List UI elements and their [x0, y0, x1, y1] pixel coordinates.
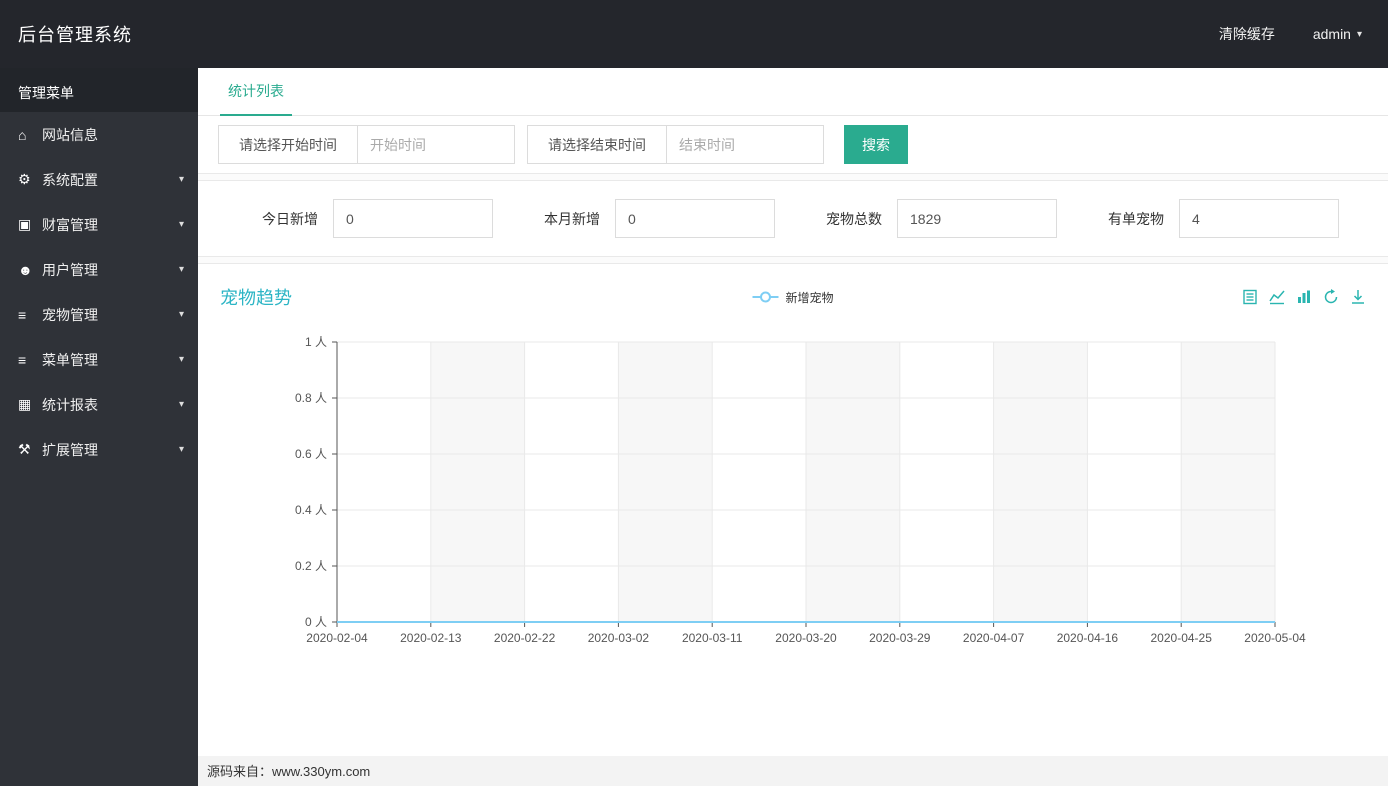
- chevron-down-icon: ▾: [178, 399, 184, 410]
- ordered-pets-input[interactable]: [1179, 199, 1339, 238]
- sidebar-item-label: 系统配置: [42, 171, 98, 188]
- sidebar-item-label: 菜单管理: [42, 351, 98, 368]
- sidebar: 管理菜单 ⌂ 网站信息 ⚙ 系统配置 ▾ ▣ 财富管理 ▾ ☻ 用户管理 ▾ ≡…: [0, 68, 198, 786]
- dataview-icon[interactable]: [1242, 289, 1258, 305]
- footer: 源码来自：www.330ym.com: [198, 756, 1388, 786]
- sidebar-item-users[interactable]: ☻ 用户管理 ▾: [0, 247, 198, 292]
- stat-today-new: 今日新增: [262, 199, 493, 238]
- main-content: 统计列表 请选择开始时间 请选择结束时间 搜索 今日新增 本月新增 宠物总数 有…: [198, 68, 1388, 786]
- svg-text:2020-02-22: 2020-02-22: [494, 631, 556, 645]
- svg-text:1 人: 1 人: [305, 335, 327, 349]
- sidebar-item-label: 扩展管理: [42, 441, 98, 458]
- app-title: 后台管理系统: [18, 25, 132, 45]
- refresh-icon[interactable]: [1323, 289, 1339, 305]
- clear-cache-button[interactable]: 清除缓存: [1219, 24, 1275, 44]
- svg-text:2020-03-02: 2020-03-02: [588, 631, 650, 645]
- svg-text:2020-02-13: 2020-02-13: [400, 631, 462, 645]
- footer-text: 源码来自：www.330ym.com: [207, 764, 371, 779]
- gears-icon: ⚙: [18, 171, 31, 187]
- sidebar-item-pets[interactable]: ≡ 宠物管理 ▾: [0, 292, 198, 337]
- sidebar-item-reports[interactable]: ▦ 统计报表 ▾: [0, 382, 198, 427]
- select-end-time-button[interactable]: 请选择结束时间: [527, 125, 667, 164]
- svg-text:0.2 人: 0.2 人: [295, 559, 327, 573]
- svg-text:0.4 人: 0.4 人: [295, 503, 327, 517]
- svg-text:2020-04-07: 2020-04-07: [963, 631, 1025, 645]
- stat-label: 今日新增: [262, 210, 318, 227]
- line-marker-icon: [752, 296, 779, 298]
- sidebar-item-label: 用户管理: [42, 261, 98, 278]
- stat-ordered-pets: 有单宠物: [1108, 199, 1339, 238]
- sidebar-header: 管理菜单: [0, 68, 198, 112]
- sidebar-item-system-config[interactable]: ⚙ 系统配置 ▾: [0, 157, 198, 202]
- legend-item-new-pets[interactable]: 新增宠物: [752, 289, 834, 306]
- chart-toolbox: [1242, 289, 1366, 305]
- sidebar-item-website-info[interactable]: ⌂ 网站信息: [0, 112, 198, 157]
- home-icon: ⌂: [18, 126, 27, 143]
- sidebar-item-label: 宠物管理: [42, 306, 98, 323]
- chevron-down-icon: ▾: [178, 174, 184, 185]
- chevron-down-icon: ▾: [1356, 28, 1362, 40]
- download-icon[interactable]: [1350, 289, 1366, 305]
- user-name: admin: [1312, 26, 1351, 42]
- topbar: 后台管理系统 清除缓存 admin ▾: [0, 0, 1388, 68]
- sidebar-item-label: 网站信息: [42, 126, 98, 143]
- chart-area: 0 人 0.2 人 0.4 人 0.6 人 0.8 人 1 人 2020-02-04 2020…: [198, 320, 1388, 665]
- sidebar-item-menus[interactable]: ≡ 菜单管理 ▾: [0, 337, 198, 382]
- legend-label: 新增宠物: [785, 290, 834, 305]
- svg-text:0 人: 0 人: [305, 615, 327, 629]
- sidebar-item-wealth[interactable]: ▣ 财富管理 ▾: [0, 202, 198, 247]
- search-button[interactable]: 搜索: [844, 125, 908, 164]
- list-icon: ≡: [18, 351, 27, 368]
- sidebar-item-label: 财富管理: [42, 216, 98, 233]
- select-start-time-button[interactable]: 请选择开始时间: [218, 125, 358, 164]
- chevron-down-icon: ▾: [178, 264, 184, 275]
- tab-bar: 统计列表: [198, 68, 1388, 116]
- svg-text:2020-03-29: 2020-03-29: [869, 631, 931, 645]
- chevron-down-icon: ▾: [178, 354, 184, 365]
- section-divider: [198, 256, 1388, 264]
- month-new-input[interactable]: [615, 199, 775, 238]
- chart-header: 宠物趋势 新增宠物: [198, 264, 1388, 320]
- svg-text:2020-05-04: 2020-05-04: [1244, 631, 1306, 645]
- sidebar-item-extensions[interactable]: ⚒ 扩展管理 ▾: [0, 427, 198, 472]
- tab-statistics-list[interactable]: 统计列表: [220, 81, 292, 116]
- users-icon: ☻: [18, 261, 33, 278]
- bar-chart-icon[interactable]: [1296, 289, 1312, 305]
- total-pets-input[interactable]: [897, 199, 1057, 238]
- chevron-down-icon: ▾: [178, 219, 184, 230]
- svg-text:2020-03-11: 2020-03-11: [682, 631, 743, 645]
- wealth-icon: ▣: [18, 216, 32, 232]
- section-divider: [198, 173, 1388, 181]
- chevron-down-icon: ▾: [178, 309, 184, 320]
- chart-title: 宠物趋势: [220, 288, 292, 308]
- stat-month-new: 本月新增: [544, 199, 775, 238]
- end-time-input[interactable]: [667, 125, 824, 164]
- topbar-right: 清除缓存 admin ▾: [1219, 24, 1362, 44]
- svg-text:2020-03-20: 2020-03-20: [775, 631, 837, 645]
- stat-label: 本月新增: [544, 210, 600, 227]
- line-chart-icon[interactable]: [1269, 289, 1285, 305]
- start-time-group: 请选择开始时间: [218, 125, 515, 164]
- wrench-icon: ⚒: [18, 441, 31, 457]
- svg-text:0.6 人: 0.6 人: [295, 447, 327, 461]
- svg-text:2020-02-04: 2020-02-04: [306, 631, 368, 645]
- sidebar-item-label: 统计报表: [42, 396, 98, 413]
- stats-row: 今日新增 本月新增 宠物总数 有单宠物: [198, 181, 1388, 256]
- svg-text:2020-04-25: 2020-04-25: [1151, 631, 1213, 645]
- report-icon: ▦: [18, 396, 32, 412]
- svg-text:2020-04-16: 2020-04-16: [1057, 631, 1119, 645]
- filter-row: 请选择开始时间 请选择结束时间 搜索: [198, 116, 1388, 173]
- list-icon: ≡: [18, 306, 27, 323]
- stat-label: 宠物总数: [826, 210, 882, 227]
- chevron-down-icon: ▾: [178, 444, 184, 455]
- today-new-input[interactable]: [333, 199, 493, 238]
- stat-label: 有单宠物: [1108, 210, 1164, 227]
- end-time-group: 请选择结束时间: [527, 125, 824, 164]
- svg-text:0.8 人: 0.8 人: [295, 391, 327, 405]
- pet-trend-chart: 0 人 0.2 人 0.4 人 0.6 人 0.8 人 1 人 2020-02-04 2020…: [295, 335, 1306, 645]
- stat-total-pets: 宠物总数: [826, 199, 1057, 238]
- user-menu[interactable]: admin ▾: [1313, 26, 1362, 42]
- start-time-input[interactable]: [358, 125, 515, 164]
